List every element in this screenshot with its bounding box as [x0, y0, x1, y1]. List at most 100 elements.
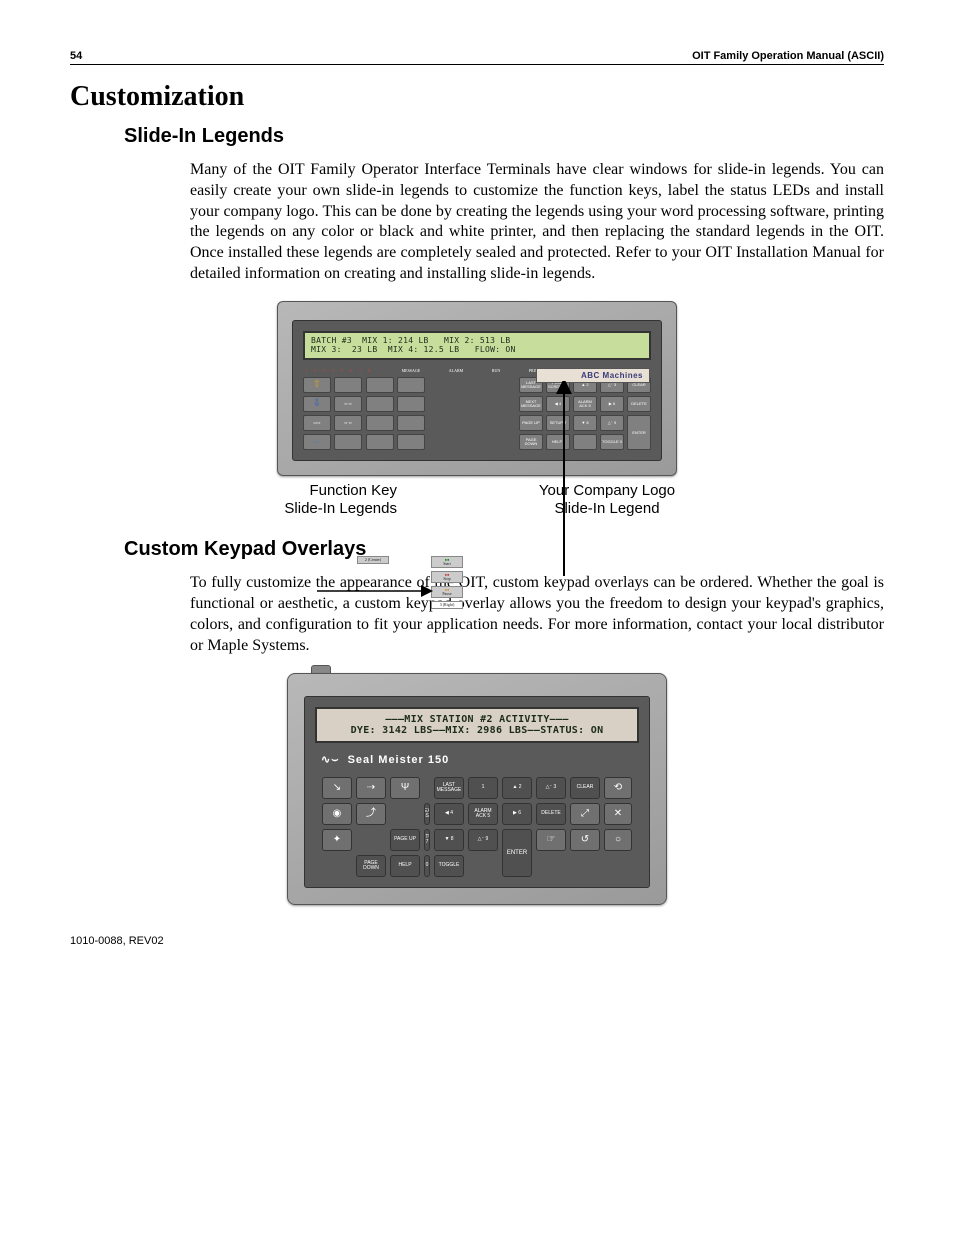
fkey-1-1[interactable]: ↘ — [322, 777, 352, 799]
key-page-down-2[interactable]: PAGE DOWN — [356, 855, 386, 877]
key-clear-2[interactable]: CLEAR — [570, 777, 600, 799]
heading-slide-in-legends: Slide-In Legends — [124, 125, 884, 148]
key-f[interactable] — [397, 377, 425, 393]
key-delete-2[interactable]: DELETE — [536, 803, 566, 825]
key-3b[interactable]: △⁻ 3 — [536, 777, 566, 799]
key-page-down[interactable]: PAGE DOWN — [519, 434, 543, 450]
legend-center-label: 2 (Center) — [357, 556, 389, 564]
key-0b[interactable]: 0 — [424, 855, 430, 877]
key-4b[interactable]: ◀ 4 — [434, 803, 464, 825]
key-next-message[interactable]: NEXT MESSAGE — [519, 396, 543, 412]
sparkle-icon: ✦ — [333, 835, 341, 845]
led-numbers: 1 2 3 4 5 6 7 8 — [305, 368, 373, 373]
heading-custom-keypad-overlays: Custom Keypad Overlays — [124, 538, 884, 561]
fkey-1-2[interactable]: ⇢ — [356, 777, 386, 799]
key-6b[interactable]: ▶ 6 — [502, 803, 532, 825]
cross-icon: ✕ — [614, 809, 622, 819]
fkey-3-2[interactable]: ✕ — [604, 803, 632, 825]
legend-3-right: 3 (Right) — [431, 601, 463, 609]
status-label-message: MESSAGE — [402, 368, 421, 373]
key-8b[interactable]: ▼ 8 — [434, 829, 464, 851]
branch-icon: ⤴ — [366, 809, 376, 819]
footer-docid: 1010-0088, REV02 — [70, 935, 884, 947]
key-extend[interactable]: ▭⇨ — [303, 415, 331, 431]
device-bezel: BATCH #3 MIX 1: 214 LB MIX 2: 513 LB MIX… — [277, 301, 677, 477]
y-icon: Ψ — [401, 783, 409, 793]
fkey-2-2[interactable]: ◉ — [322, 803, 352, 825]
key-f[interactable] — [397, 396, 425, 412]
dot-icon: ◉ — [333, 809, 342, 819]
loop-icon: ⟲ — [614, 783, 622, 793]
key-7b[interactable]: SETUP 7 — [424, 829, 430, 851]
curve-icon: ∿⌣ — [321, 754, 339, 766]
key-9[interactable]: △⁻ 9 — [600, 415, 624, 431]
fkey-4-2[interactable]: ↺ — [570, 829, 600, 851]
key-2b[interactable]: ▲ 2 — [502, 777, 532, 799]
key-enter-2[interactable]: ENTER — [502, 829, 532, 877]
page-number: 54 — [70, 50, 82, 62]
fkey-2-3[interactable]: ⤴ — [356, 803, 386, 825]
legend-start: ●●Start — [431, 556, 463, 568]
device-inner-panel: BATCH #3 MIX 1: 214 LB MIX 2: 513 LB MIX… — [292, 320, 662, 462]
hand-point-icon: ☞ — [547, 835, 556, 845]
closed-icon: ⇨ ⇦ — [344, 421, 352, 425]
arrow-up-icon: ⇧ — [313, 380, 321, 390]
fkey-4-1[interactable]: ☞ — [536, 829, 566, 851]
figure-oit-slide-in-legends: BATCH #3 MIX 1: 214 LB MIX 2: 513 LB MIX… — [277, 301, 677, 519]
open-icon: ⇦ ⇨ — [344, 402, 352, 406]
wand-icon: ⤢ — [581, 809, 589, 819]
key-enter[interactable]: ENTER — [627, 415, 651, 450]
key-toggle[interactable]: TOGGLE 0 — [600, 434, 624, 450]
function-key-block-mid — [366, 377, 425, 450]
fkey-3-1[interactable]: ⤢ — [570, 803, 600, 825]
doc-title: OIT Family Operation Manual (ASCII) — [692, 50, 884, 62]
key-f[interactable] — [366, 377, 394, 393]
key-reverse[interactable]: ⟸ — [303, 434, 331, 450]
paragraph-slide-in-legends: Many of the OIT Family Operator Interfac… — [190, 160, 884, 285]
diag-arrow-icon: ↘ — [333, 783, 341, 793]
status-label-run: RUN — [492, 368, 500, 373]
fkey-3-3[interactable]: ✦ — [322, 829, 352, 851]
key-f2[interactable] — [334, 377, 362, 393]
arrow-down-icon: ⇩ — [313, 399, 321, 409]
fkey-4-3[interactable]: ○ — [604, 829, 632, 851]
key-page-up-2[interactable]: PAGE UP — [390, 829, 420, 851]
extend-icon: ▭⇨ — [313, 421, 320, 425]
system-keypad-right: LAST MESSAGE PRINT SCREEN 1 ▲ 2 △⁻ 3 CLE… — [519, 377, 651, 450]
key-down[interactable]: ⇩ — [303, 396, 331, 412]
key-6[interactable]: ▶ 6 — [600, 396, 624, 412]
right-arrow-icon: ⇢ — [367, 783, 375, 793]
key-open[interactable]: ⇦ ⇨ — [334, 396, 362, 412]
key-page-up[interactable]: PAGE UP — [519, 415, 543, 431]
key-last-message-2[interactable]: LAST MESSAGE — [434, 777, 464, 799]
key-f[interactable] — [366, 415, 394, 431]
figure-oit-custom-overlay: ———MIX STATION #2 ACTIVITY——— DYE: 3142 … — [287, 673, 667, 905]
key-delete[interactable]: DELETE — [627, 396, 651, 412]
key-5b[interactable]: ALARM ACK 5 — [468, 803, 498, 825]
key-f8[interactable] — [334, 434, 362, 450]
fkey-2-1[interactable]: ⟲ — [604, 777, 632, 799]
undo-icon: ↺ — [581, 835, 589, 845]
annotation-function-key-legends: Function KeySlide-In Legends — [237, 482, 397, 518]
key-9b[interactable]: △⁻ 9 — [468, 829, 498, 851]
annotation-company-logo-legend: Your Company LogoSlide-In Legend — [517, 482, 697, 518]
keypad-grid-2: ↘ ⇢ Ψ LAST MESSAGE 1 ▲ 2 △⁻ 3 CLEAR ⟲ ◉ … — [315, 777, 639, 877]
key-closed[interactable]: ⇨ ⇦ — [334, 415, 362, 431]
lcd-display: BATCH #3 MIX 1: 214 LB MIX 2: 513 LB MIX… — [303, 331, 651, 361]
arrow-to-logo — [552, 381, 582, 581]
key-f[interactable] — [397, 415, 425, 431]
key-help-2[interactable]: HELP — [390, 855, 420, 877]
key-f[interactable] — [366, 434, 394, 450]
fkey-1-3[interactable]: Ψ — [390, 777, 420, 799]
key-1b[interactable]: 1 — [468, 777, 498, 799]
key-f[interactable] — [397, 434, 425, 450]
function-key-block-left: ⇧ ⇩ ⇦ ⇨ ▭⇨ ⇨ ⇦ ⟸ — [303, 377, 362, 450]
key-toggle-2[interactable]: TOGGLE — [434, 855, 464, 877]
lcd-display-2: ———MIX STATION #2 ACTIVITY——— DYE: 3142 … — [315, 707, 639, 743]
key-f[interactable] — [366, 396, 394, 412]
key-up[interactable]: ⇧ — [303, 377, 331, 393]
key-next-message-2[interactable]: NEXT MESSAGE — [424, 803, 430, 825]
device-bezel-2: ———MIX STATION #2 ACTIVITY——— DYE: 3142 … — [287, 673, 667, 905]
circle-icon: ○ — [615, 835, 621, 845]
arrow-to-function-legend — [317, 581, 437, 601]
